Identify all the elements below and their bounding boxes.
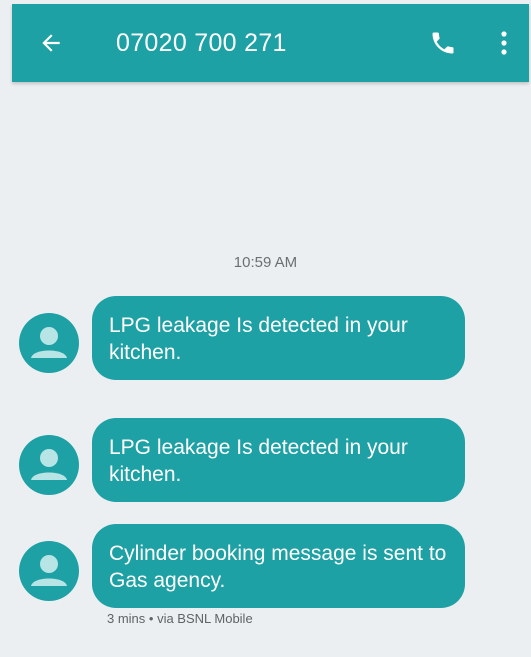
call-button[interactable] [426, 26, 460, 60]
back-button[interactable] [34, 26, 68, 60]
arrow-back-icon [42, 34, 60, 52]
messaging-screen: 07020 700 271 10:59 AM LPG leakage Is de… [0, 0, 531, 657]
sender-avatar[interactable] [19, 541, 79, 601]
sender-avatar[interactable] [19, 435, 79, 495]
sender-avatar[interactable] [19, 313, 79, 373]
conversation-app-bar: 07020 700 271 [12, 4, 529, 82]
more-options-button[interactable] [490, 26, 518, 60]
message-bubble[interactable]: LPG leakage Is detected in your kitchen. [92, 296, 465, 380]
message-delivery-info: 3 mins • via BSNL Mobile [107, 611, 253, 626]
message-bubble[interactable]: LPG leakage Is detected in your kitchen. [92, 418, 465, 502]
message-timestamp: 10:59 AM [233, 254, 298, 271]
person-icon [31, 555, 67, 586]
more-vert-icon [501, 31, 507, 55]
message-bubble[interactable]: Cylinder booking message is sent to Gas … [92, 524, 465, 608]
person-icon [31, 327, 67, 358]
person-icon [31, 449, 67, 480]
phone-icon [432, 32, 454, 54]
contact-phone-number: 07020 700 271 [116, 29, 287, 57]
